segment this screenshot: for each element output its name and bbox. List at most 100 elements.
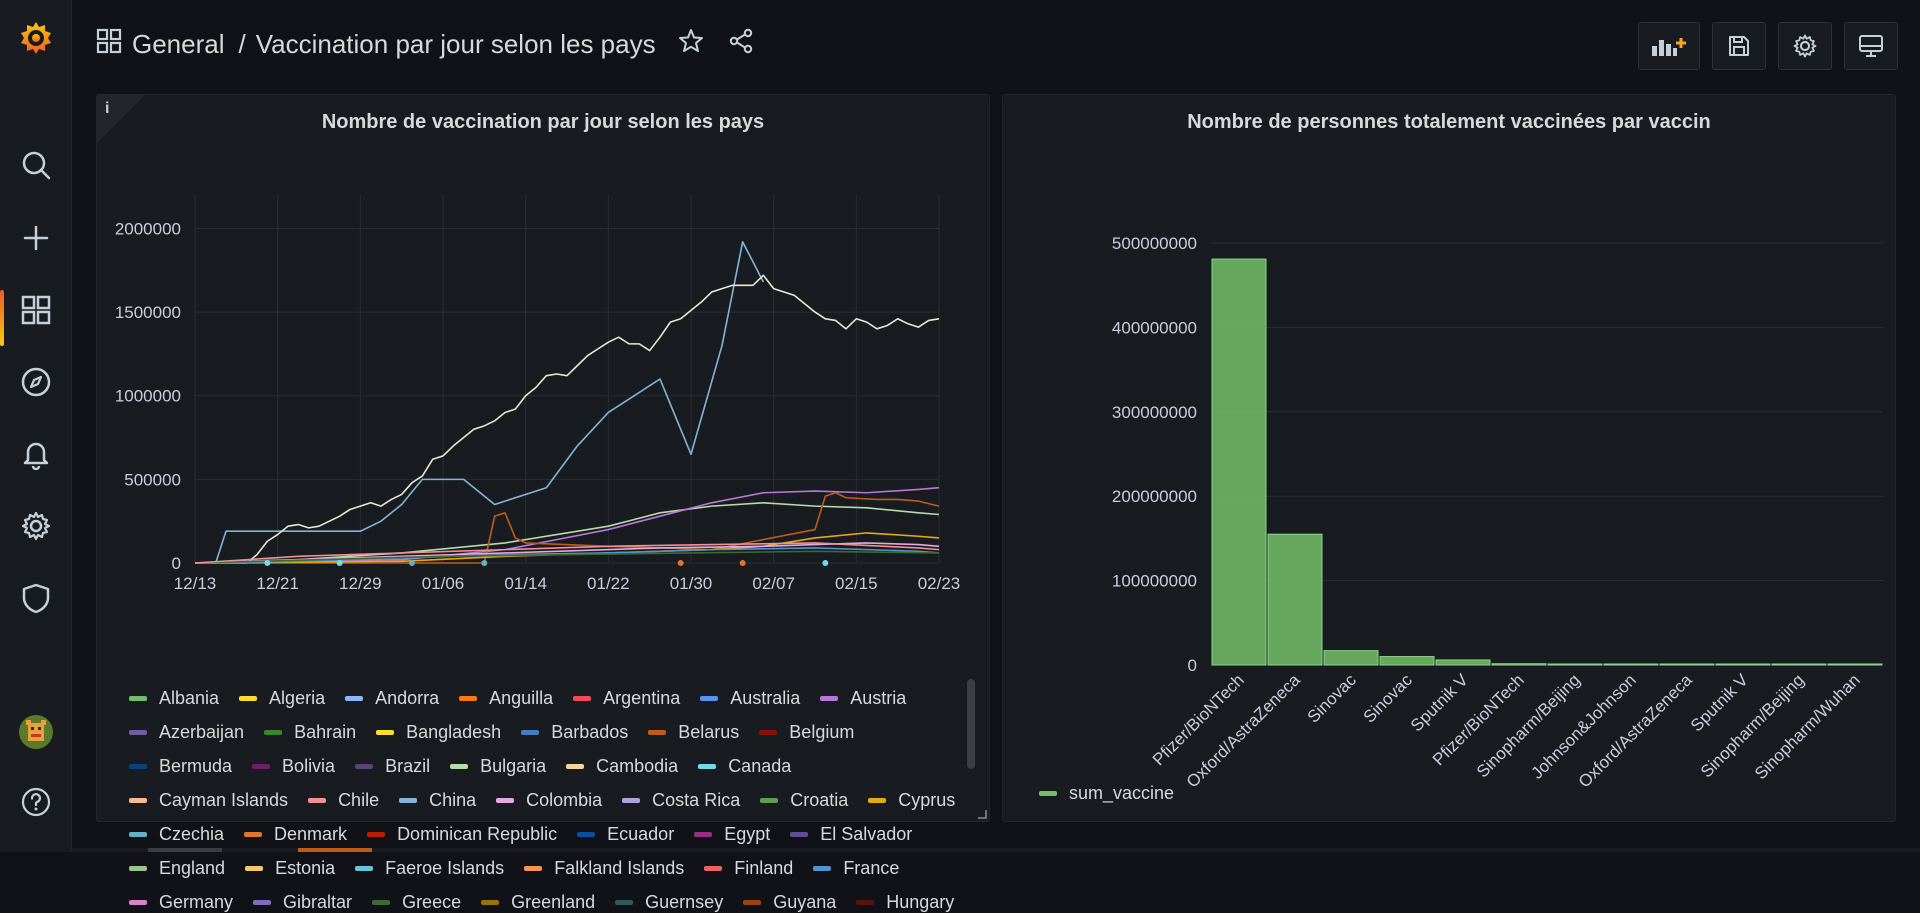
alerting-bell-icon[interactable]: [0, 426, 72, 482]
legend-item[interactable]: Falkland Islands: [524, 858, 684, 879]
share-icon[interactable]: [728, 28, 754, 61]
x-tick-label: 02/23: [918, 574, 961, 593]
dashboard-title[interactable]: Vaccination par jour selon les pays: [256, 29, 656, 60]
help-icon[interactable]: [0, 774, 72, 830]
legend-item[interactable]: Azerbaijan: [129, 722, 244, 743]
legend-item[interactable]: France: [813, 858, 899, 879]
x-tick-label: Sinopharm/Beijing: [1473, 670, 1584, 781]
bar[interactable]: [1380, 657, 1434, 665]
legend-item[interactable]: Faeroe Islands: [355, 858, 504, 879]
dashboards-icon[interactable]: [0, 282, 72, 338]
legend-swatch: [856, 900, 874, 905]
legend-label: Ecuador: [607, 824, 674, 845]
legend-label: Finland: [734, 858, 793, 879]
bar[interactable]: [1604, 664, 1658, 665]
legend-item[interactable]: Chile: [308, 790, 379, 811]
line-series[interactable]: [195, 242, 763, 563]
breadcrumb-folder[interactable]: General: [132, 29, 225, 60]
bar[interactable]: [1324, 651, 1378, 665]
legend-swatch: [252, 764, 270, 769]
save-dashboard-button[interactable]: [1712, 22, 1766, 70]
legend-swatch: [481, 900, 499, 905]
shield-icon[interactable]: [0, 570, 72, 626]
legend-swatch: [704, 866, 722, 871]
legend-item[interactable]: Hungary: [856, 892, 954, 913]
search-icon[interactable]: [0, 137, 72, 193]
legend-item[interactable]: Andorra: [345, 688, 439, 709]
legend-item[interactable]: Bermuda: [129, 756, 232, 777]
legend-item[interactable]: Germany: [129, 892, 233, 913]
legend-item[interactable]: Greenland: [481, 892, 595, 913]
plus-icon[interactable]: [0, 210, 72, 266]
legend-label: Canada: [728, 756, 791, 777]
legend-item[interactable]: Croatia: [760, 790, 848, 811]
line-series[interactable]: [195, 275, 939, 563]
legend-item[interactable]: Colombia: [496, 790, 602, 811]
bar[interactable]: [1548, 664, 1602, 665]
legend-label: Brazil: [385, 756, 430, 777]
legend-item[interactable]: Cyprus: [868, 790, 955, 811]
bar[interactable]: [1436, 660, 1490, 665]
panel-title[interactable]: Nombre de personnes totalement vaccinées…: [1003, 111, 1895, 134]
grafana-logo-icon[interactable]: [0, 10, 72, 66]
legend-item[interactable]: Guyana: [743, 892, 836, 913]
legend-label: Dominican Republic: [397, 824, 557, 845]
legend-item[interactable]: Czechia: [129, 824, 224, 845]
legend-item[interactable]: Australia: [700, 688, 800, 709]
legend-item[interactable]: Bulgaria: [450, 756, 546, 777]
legend-item[interactable]: Finland: [704, 858, 793, 879]
bar[interactable]: [1492, 664, 1546, 665]
legend-item[interactable]: Bangladesh: [376, 722, 501, 743]
legend-item[interactable]: Denmark: [244, 824, 347, 845]
legend-item[interactable]: Bahrain: [264, 722, 356, 743]
explore-icon[interactable]: [0, 354, 72, 410]
legend-item[interactable]: Canada: [698, 756, 791, 777]
legend-item[interactable]: Greece: [372, 892, 461, 913]
legend-item[interactable]: Albania: [129, 688, 219, 709]
gear-icon[interactable]: [0, 498, 72, 554]
bar[interactable]: [1268, 534, 1322, 665]
panel-title[interactable]: Nombre de vaccination par jour selon les…: [97, 111, 989, 134]
legend-item[interactable]: Ecuador: [577, 824, 674, 845]
y-tick-label: 0: [1188, 656, 1197, 675]
legend-swatch: [577, 832, 595, 837]
legend-item[interactable]: Belarus: [648, 722, 739, 743]
bar-chart-legend[interactable]: sum_vaccine: [1039, 783, 1174, 804]
legend-item[interactable]: Argentina: [573, 688, 680, 709]
bar[interactable]: [1660, 664, 1714, 665]
legend-item[interactable]: Algeria: [239, 688, 325, 709]
legend-item[interactable]: China: [399, 790, 476, 811]
y-tick-label: 1500000: [115, 303, 181, 322]
legend-item[interactable]: El Salvador: [790, 824, 912, 845]
legend-item[interactable]: Dominican Republic: [367, 824, 557, 845]
bar[interactable]: [1772, 664, 1826, 665]
legend-item[interactable]: Cambodia: [566, 756, 678, 777]
legend-item[interactable]: Estonia: [245, 858, 335, 879]
legend-item[interactable]: Costa Rica: [622, 790, 740, 811]
add-panel-button[interactable]: [1638, 22, 1700, 70]
legend-item[interactable]: Egypt: [694, 824, 770, 845]
y-tick-label: 400000000: [1112, 318, 1197, 337]
legend-item[interactable]: Bolivia: [252, 756, 335, 777]
legend-item[interactable]: Barbados: [521, 722, 628, 743]
legend-item[interactable]: Austria: [820, 688, 906, 709]
legend-item[interactable]: Cayman Islands: [129, 790, 288, 811]
avatar[interactable]: [0, 704, 72, 760]
dashboard-settings-button[interactable]: [1778, 22, 1832, 70]
resize-handle-icon[interactable]: [977, 809, 987, 819]
bar[interactable]: [1828, 664, 1882, 665]
legend-scrollbar[interactable]: [967, 679, 975, 769]
legend-label: Cambodia: [596, 756, 678, 777]
legend-item[interactable]: Anguilla: [459, 688, 553, 709]
bar[interactable]: [1212, 259, 1266, 665]
legend-item[interactable]: Brazil: [355, 756, 430, 777]
cycle-view-mode-button[interactable]: [1844, 22, 1898, 70]
legend-item[interactable]: England: [129, 858, 225, 879]
x-tick-label: Oxford/AstraZeneca: [1183, 670, 1304, 791]
legend-item[interactable]: Belgium: [759, 722, 854, 743]
legend-item[interactable]: Gibraltar: [253, 892, 352, 913]
legend-swatch: [496, 798, 514, 803]
bar[interactable]: [1716, 664, 1770, 665]
star-icon[interactable]: [678, 28, 704, 61]
legend-item[interactable]: Guernsey: [615, 892, 723, 913]
